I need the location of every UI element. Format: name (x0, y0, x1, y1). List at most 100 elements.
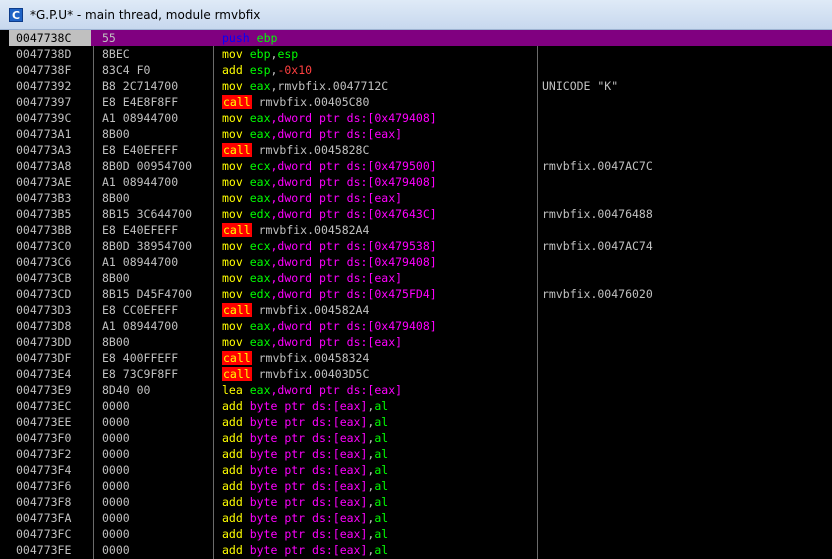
address-cell: 004773F8 (16, 495, 72, 509)
operand: al (374, 511, 389, 525)
disasm-row[interactable]: 004773EE 0000 add byte ptr ds:[eax],al (9, 414, 832, 430)
operand: ,dword ptr ds:[0x479408] (270, 175, 437, 189)
disasm-row[interactable]: 004773BB E8 E40EFEFF call rmvbfix.004582A4 (9, 222, 832, 238)
address-cell: 004773FA (16, 511, 72, 525)
hex-dump-cell: 8B15 D45F4700 (102, 287, 193, 301)
instruction-cell: mov edx,dword ptr ds:[0x475FD4] (222, 286, 437, 302)
operand: ecx (249, 239, 271, 253)
disasm-row[interactable]: 004773FC 0000 add byte ptr ds:[eax],al (9, 526, 832, 542)
mnemonic: mov (222, 335, 243, 349)
address-cell: 004773B5 (16, 207, 72, 221)
operand: ,dword ptr ds:[0x479500] (270, 159, 437, 173)
operand: ,dword ptr ds:[0x479408] (270, 111, 437, 125)
disasm-row[interactable]: 004773E9 8D40 00 lea eax,dword ptr ds:[eax… (9, 382, 832, 398)
operand (243, 207, 250, 221)
mnemonic: add (222, 447, 243, 461)
address-cell: 004773D3 (16, 303, 72, 317)
comment-cell: rmvbfix.00476488 (542, 207, 653, 221)
comment-cell: rmvbfix.0047AC7C (542, 159, 653, 173)
operand: ,rmvbfix.0047712C (270, 79, 389, 93)
disasm-row[interactable]: 0047739C A1 08944700 mov eax,dword ptr ds:… (9, 110, 832, 126)
instruction-cell: mov eax,dword ptr ds:[eax] (222, 126, 402, 142)
mnemonic: mov (222, 319, 243, 333)
hex-dump-cell: B8 2C714700 (102, 79, 179, 93)
hex-dump-cell: E8 E40EFEFF (102, 223, 179, 237)
operand: eax (249, 79, 271, 93)
disasm-row[interactable]: 004773F6 0000 add byte ptr ds:[eax],al (9, 478, 832, 494)
disasm-row[interactable]: 004773A3 E8 E40EFEFF call rmvbfix.0045828C (9, 142, 832, 158)
instruction-cell: add byte ptr ds:[eax],al (222, 398, 388, 414)
instruction-cell: mov eax,dword ptr ds:[eax] (222, 190, 402, 206)
instruction-cell: mov ecx,dword ptr ds:[0x479538] (222, 238, 437, 254)
operand: al (374, 463, 389, 477)
operand: ,dword ptr ds:[eax] (270, 127, 403, 141)
operand: byte ptr ds:[eax] (242, 463, 368, 477)
address-cell: 004773FC (16, 527, 72, 541)
operand (243, 63, 250, 77)
operand: rmvbfix.004582A4 (251, 303, 370, 317)
disasm-row[interactable]: 004773A8 8B0D 00954700 mov ecx,dword ptr d… (9, 158, 832, 174)
instruction-cell: call rmvbfix.0045828C (222, 142, 369, 158)
disassembly-grid[interactable]: 0047738C 55 push ebp 0047738D 8BEC mov ebp,es… (9, 30, 832, 559)
disasm-row[interactable]: 004773F0 0000 add byte ptr ds:[eax],al (9, 430, 832, 446)
disasm-row[interactable]: 004773F2 0000 add byte ptr ds:[eax],al (9, 446, 832, 462)
window-titlebar[interactable]: C *G.P.U* - main thread, module rmvbfix (0, 0, 832, 30)
selected-disasm-row[interactable]: 0047738C 55 push ebp (9, 30, 832, 46)
disasm-row[interactable]: 004773DD 8B00 mov eax,dword ptr ds:[eax] (9, 334, 832, 350)
operand: eax (249, 383, 271, 397)
hex-dump-cell: 8B0D 00954700 (102, 159, 193, 173)
operand (250, 31, 257, 45)
disasm-row[interactable]: 004773FA 0000 add byte ptr ds:[eax],al (9, 510, 832, 526)
disasm-row[interactable]: 004773CD 8B15 D45F4700 mov edx,dword ptr d… (9, 286, 832, 302)
address-cell: 004773F4 (16, 463, 72, 477)
mnemonic: add (222, 527, 243, 541)
hex-dump-cell: 0000 (102, 447, 130, 461)
disasm-row[interactable]: 00477397 E8 E4E8F8FF call rmvbfix.00405C80 (9, 94, 832, 110)
disasm-row[interactable]: 004773A1 8B00 mov eax,dword ptr ds:[eax] (9, 126, 832, 142)
disasm-row[interactable]: 004773F8 0000 add byte ptr ds:[eax],al (9, 494, 832, 510)
disasm-row[interactable]: 0047738F 83C4 F0 add esp,-0x10 (9, 62, 832, 78)
operand: ecx (249, 159, 271, 173)
operand: ,dword ptr ds:[eax] (270, 335, 403, 349)
operand: ,dword ptr ds:[0x479538] (270, 239, 437, 253)
operand: byte ptr ds:[eax] (242, 415, 368, 429)
mnemonic: add (222, 543, 243, 557)
disasm-row[interactable]: 004773DF E8 400FFEFF call rmvbfix.00458324 (9, 350, 832, 366)
disasm-row[interactable]: 004773AE A1 08944700 mov eax,dword ptr ds:… (9, 174, 832, 190)
disasm-row[interactable]: 004773F4 0000 add byte ptr ds:[eax],al (9, 462, 832, 478)
operand: byte ptr ds:[eax] (242, 479, 368, 493)
call-mnemonic: call (222, 223, 252, 237)
instruction-cell: push ebp (222, 30, 277, 46)
disasm-row[interactable]: 004773EC 0000 add byte ptr ds:[eax],al (9, 398, 832, 414)
operand: eax (249, 255, 271, 269)
operand: edx (249, 287, 271, 301)
instruction-cell: add byte ptr ds:[eax],al (222, 526, 388, 542)
address-cell: 004773E4 (16, 367, 72, 381)
disasm-row[interactable]: 004773CB 8B00 mov eax,dword ptr ds:[eax] (9, 270, 832, 286)
instruction-cell: add byte ptr ds:[eax],al (222, 542, 388, 558)
disasm-row[interactable]: 00477392 B8 2C714700 mov eax,rmvbfix.00477… (9, 78, 832, 94)
mnemonic: push (222, 31, 250, 45)
instruction-cell: mov ebp,esp (222, 46, 298, 62)
mnemonic: mov (222, 111, 243, 125)
disasm-row[interactable]: 004773D3 E8 CC0EFEFF call rmvbfix.004582A4 (9, 302, 832, 318)
mnemonic: mov (222, 255, 243, 269)
disasm-row[interactable]: 004773FE 0000 add byte ptr ds:[eax],al (9, 542, 832, 558)
hex-dump-cell: A1 08944700 (102, 319, 179, 333)
address-cell: 004773BB (16, 223, 72, 237)
disasm-row[interactable]: 004773C0 8B0D 38954700 mov ecx,dword ptr d… (9, 238, 832, 254)
operand: eax (249, 271, 271, 285)
disasm-row[interactable]: 004773E4 E8 73C9F8FF call rmvbfix.00403D5C (9, 366, 832, 382)
mnemonic: add (222, 511, 243, 525)
mnemonic: mov (222, 191, 243, 205)
operand: rmvbfix.00458324 (251, 351, 370, 365)
disasm-row[interactable]: 004773D8 A1 08944700 mov eax,dword ptr ds:… (9, 318, 832, 334)
operand: al (374, 495, 389, 509)
operand: -0x10 (277, 63, 313, 77)
disasm-row[interactable]: 004773B3 8B00 mov eax,dword ptr ds:[eax] (9, 190, 832, 206)
disasm-row[interactable]: 0047738D 8BEC mov ebp,esp (9, 46, 832, 62)
address-cell: 004773C0 (16, 239, 72, 253)
operand (243, 175, 250, 189)
disasm-row[interactable]: 004773B5 8B15 3C644700 mov edx,dword ptr d… (9, 206, 832, 222)
disasm-row[interactable]: 004773C6 A1 08944700 mov eax,dword ptr ds:… (9, 254, 832, 270)
